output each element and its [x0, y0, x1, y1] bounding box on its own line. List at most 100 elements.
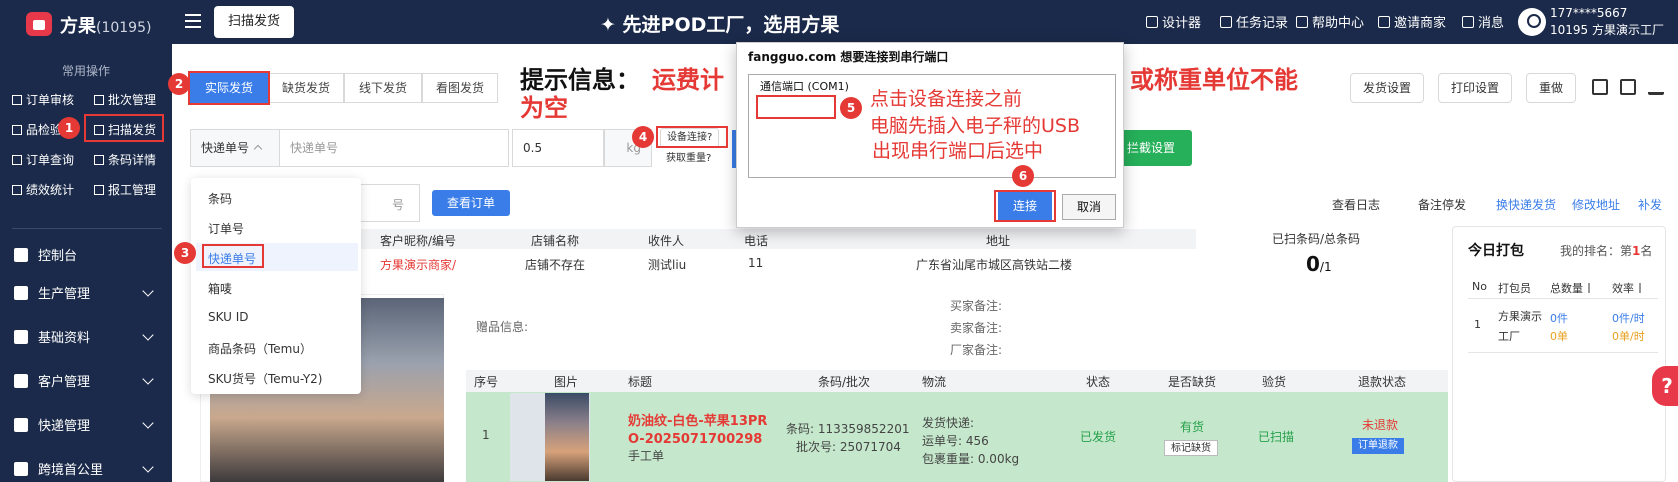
bar-chart-icon[interactable]	[1648, 79, 1664, 95]
cancel-button[interactable]: 取消	[1062, 194, 1116, 220]
message-link[interactable]: 消息	[1462, 12, 1504, 31]
menu-label: 客户管理	[38, 375, 91, 390]
sidebar-op-label: 条码详情	[108, 153, 157, 167]
database-icon	[14, 330, 28, 344]
today-pack-panel	[1452, 226, 1666, 482]
sidebar-menu-express[interactable]: 快递管理	[14, 415, 164, 434]
print-settings-button[interactable]: 打印设置	[1438, 73, 1513, 103]
help-float-button[interactable]: ?	[1652, 366, 1678, 406]
gcol-title: 标题	[628, 375, 653, 389]
sidebar-menu-console[interactable]: 控制台	[14, 245, 77, 264]
sidebar-menu-customer[interactable]: 客户管理	[14, 371, 164, 390]
gcol-stockout: 是否缺货	[1168, 375, 1217, 389]
rp-row-packer-1: 方果演示	[1498, 310, 1542, 323]
user-name: 10195 方果演示工厂	[1550, 23, 1664, 37]
hint-text-c: 为空	[520, 94, 568, 122]
rp-divider	[1468, 298, 1658, 299]
rp-col-total[interactable]: 总数量	[1550, 280, 1593, 296]
order-search-input[interactable]	[352, 184, 420, 222]
sidebar-op-label: 订单查询	[26, 153, 75, 167]
reset-button[interactable]: 重做	[1526, 73, 1577, 103]
highlight-tracking-option	[202, 244, 264, 268]
remark-stop-button[interactable]: 备注停发	[1418, 196, 1466, 213]
gcol-refund: 退款状态	[1358, 375, 1407, 389]
goods-title[interactable]: 奶油纹-白色-苹果13PR O-2025071700298	[628, 413, 767, 449]
serial-port-option[interactable]: 通信端口 (COM1)	[760, 78, 849, 94]
edit-address-link[interactable]: 修改地址	[1572, 196, 1620, 213]
dropdown-option-barcode[interactable]: 条码	[208, 190, 232, 207]
brand-text: 方果	[60, 16, 96, 37]
rp-row-eff-orders: 0单/时	[1612, 330, 1645, 343]
sidebar-op-label: 品检验	[26, 123, 63, 137]
reship-link[interactable]: 补发	[1638, 196, 1662, 213]
tab-offline-ship[interactable]: 线下发货	[344, 73, 422, 103]
rp-col-efficiency[interactable]: 效率	[1612, 280, 1644, 296]
goods-inspect: 已扫描	[1258, 430, 1295, 444]
highlight-actual-ship-tab	[188, 71, 270, 105]
dropdown-option-temu-sku[interactable]: SKU货号（Temu-Y2)	[208, 370, 322, 387]
chevron-down-icon	[142, 461, 154, 473]
sidebar-menu-cross-border[interactable]: 跨境首公里	[14, 459, 164, 478]
get-weight-button[interactable]: 获取重量?	[660, 150, 718, 170]
sidebar-op-work-report[interactable]: 报工管理	[94, 181, 156, 198]
menu-label: 基础资料	[38, 331, 91, 346]
list-view-icon[interactable]	[1592, 79, 1608, 95]
tab-image-ship[interactable]: 看图发货	[422, 73, 498, 103]
help-center-link[interactable]: 帮助中心	[1296, 12, 1364, 31]
sidebar-op-order-review[interactable]: 订单审核	[12, 91, 74, 108]
question-icon	[1296, 16, 1308, 28]
goods-waybill: 运单号: 456	[922, 434, 989, 448]
dropdown-option-temu-barcode[interactable]: 商品条码（Temu）	[208, 340, 312, 357]
sidebar-op-performance[interactable]: 绩效统计	[12, 181, 74, 198]
chevron-down-icon	[142, 329, 154, 341]
task-record-link[interactable]: 任务记录	[1220, 12, 1288, 31]
dropdown-option-box-mark[interactable]: 箱唛	[208, 280, 232, 297]
menu-toggle-icon[interactable]	[185, 14, 201, 28]
cell-customer: 方果演示商家/	[380, 258, 457, 272]
dropdown-option-order-no[interactable]: 订单号	[208, 220, 244, 237]
sidebar-op-quality-check[interactable]: 品检验	[12, 121, 62, 138]
order-search-tail: 号	[392, 198, 405, 212]
dropdown-option-sku-id[interactable]: SKU ID	[208, 310, 249, 324]
user-plus-icon	[1378, 16, 1390, 28]
tab-stockout-ship[interactable]: 缺货发货	[268, 73, 344, 103]
sidebar-section-title: 常用操作	[61, 64, 110, 78]
designer-link[interactable]: 设计器	[1146, 12, 1201, 31]
change-express-link[interactable]: 换快递发货	[1496, 196, 1556, 213]
order-refund-button[interactable]: 订单退款	[1352, 438, 1404, 454]
highlight-serial-port	[756, 95, 836, 119]
rp-col-no: No	[1472, 280, 1487, 293]
console-icon	[14, 248, 28, 262]
card-view-icon[interactable]	[1620, 79, 1636, 95]
tracking-number-input[interactable]: 快递单号	[279, 129, 509, 167]
goods-refund-status: 未退款	[1362, 418, 1399, 432]
sidebar-op-barcode-detail[interactable]: 条码详情	[94, 151, 156, 168]
today-pack-title: 今日打包	[1468, 243, 1524, 259]
col-customer: 客户昵称/编号	[380, 234, 457, 248]
cell-phone: 11	[748, 256, 764, 270]
sidebar-menu-production[interactable]: 生产管理	[14, 283, 164, 302]
task-record-label: 任务记录	[1236, 16, 1289, 31]
view-log-button[interactable]: 查看日志	[1332, 196, 1380, 213]
ship-settings-button[interactable]: 发货设置	[1350, 73, 1425, 103]
search-type-select[interactable]: 快递单号	[190, 129, 280, 167]
goods-table-header	[466, 370, 1448, 392]
goods-barcode: 条码: 113359852201	[786, 422, 910, 436]
sidebar-op-order-query[interactable]: 订单查询	[12, 151, 74, 168]
col-shop: 店铺名称	[531, 234, 580, 248]
brand-logo-icon	[26, 12, 52, 36]
goods-status: 已发货	[1080, 430, 1117, 444]
col-address: 地址	[986, 234, 1011, 248]
seller-remark-label: 卖家备注:	[950, 321, 1003, 335]
user-avatar-icon[interactable]	[1518, 8, 1546, 36]
rp-col-packer: 打包员	[1498, 282, 1531, 295]
tab-scan-ship[interactable]: 扫描发货	[214, 6, 295, 38]
invite-merchant-link[interactable]: 邀请商家	[1378, 12, 1446, 31]
brand-name: 方果(10195)	[60, 12, 151, 38]
goods-thumbnail[interactable]	[545, 393, 589, 481]
view-order-button[interactable]: 查看订单	[432, 190, 510, 216]
mark-stockout-button[interactable]: 标记缺货	[1164, 440, 1218, 456]
weight-input[interactable]: 0.5	[512, 129, 604, 167]
sidebar-op-batch-manage[interactable]: 批次管理	[94, 91, 156, 108]
sidebar-menu-basic-data[interactable]: 基础资料	[14, 327, 164, 346]
